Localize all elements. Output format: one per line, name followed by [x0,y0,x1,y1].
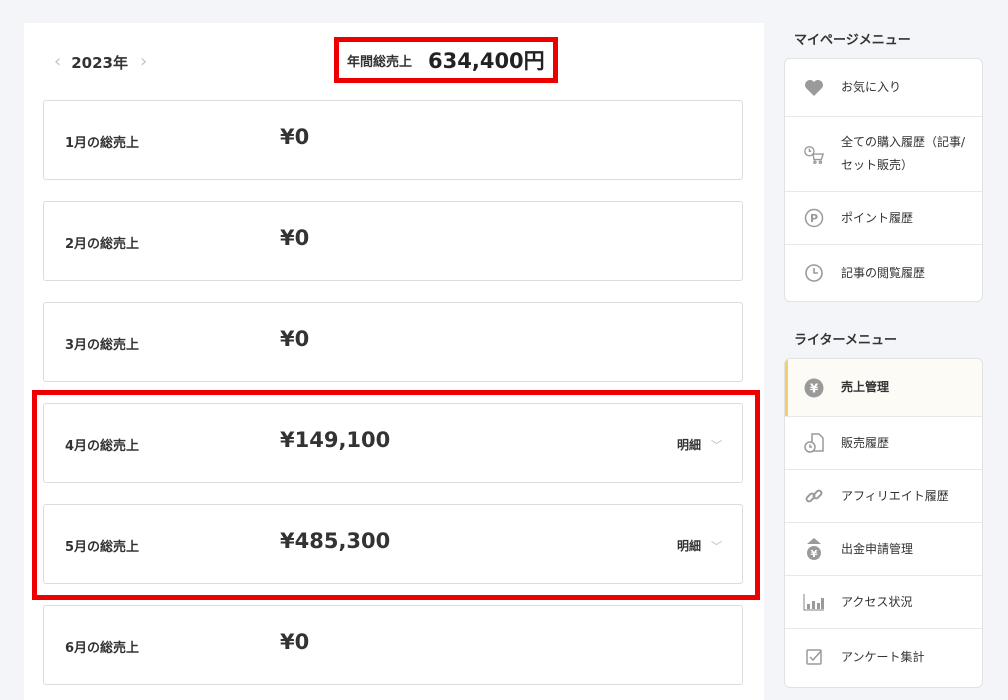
month-label: 1月の総売上 [65,136,140,151]
month-amount: ¥0 [280,327,310,351]
menu-item-sales-management[interactable]: ¥ 売上管理 [785,359,982,417]
month-label: 4月の総売上 [65,439,140,454]
menu-item-label: 記事の閲覧履歴 [841,265,926,280]
clock-icon [803,262,825,284]
annual-total: 年間総売上 634,400円 [334,37,558,83]
checkbox-icon [803,646,825,668]
month-card-5[interactable]: 5月の総売上 ¥485,300 明細 ﹀ [43,504,743,584]
writer-menu-title: ライターメニュー [794,333,897,348]
month-card-3: 3月の総売上 ¥0 [43,302,743,382]
link-icon [803,485,825,507]
annual-total-value: 634,400円 [428,49,545,73]
menu-item-label: 売上管理 [841,380,890,394]
month-amount: ¥0 [280,125,310,149]
month-amount: ¥149,100 [280,428,391,452]
month-amount: ¥0 [280,226,310,250]
document-clock-icon [803,432,825,454]
month-label: 3月の総売上 [65,338,140,353]
month-card-1: 1月の総売上 ¥0 [43,100,743,180]
heart-icon [803,77,825,99]
menu-item-label: 出金申請管理 [841,541,914,556]
chevron-left-icon[interactable]: ‹ [54,52,61,72]
detail-label: 明細 [676,438,701,452]
svg-text:¥: ¥ [811,549,818,560]
menu-item-label: 全ての購入履歴（記事/セット販売） [841,135,966,172]
annual-total-label: 年間総売上 [347,54,413,70]
chevron-down-icon: ﹀ [711,539,722,553]
menu-item-affiliate-history[interactable]: アフィリエイト履歴 [785,470,982,523]
menu-item-access-status[interactable]: アクセス状況 [785,576,982,629]
mypage-menu: お気に入り 全ての購入履歴（記事/セット販売） P ポイント履歴 記事の閲覧履歴 [784,58,983,302]
menu-item-purchase-history[interactable]: 全ての購入履歴（記事/セット販売） [785,117,982,192]
month-label: 2月の総売上 [65,237,140,252]
menu-item-label: アフィリエイト履歴 [841,488,949,503]
menu-item-sales-history[interactable]: 販売履歴 [785,417,982,470]
detail-toggle[interactable]: 明細 ﹀ [677,436,722,453]
month-amount: ¥485,300 [280,529,391,553]
year-label: 2023年 [71,53,128,72]
svg-text:¥: ¥ [810,381,819,395]
menu-item-points[interactable]: P ポイント履歴 [785,192,982,245]
menu-item-withdrawal[interactable]: ¥ 出金申請管理 [785,523,982,576]
yen-icon: ¥ [803,377,825,399]
menu-item-survey[interactable]: アンケート集計 [785,629,982,685]
menu-item-label: ポイント履歴 [841,210,914,225]
month-card-2: 2月の総売上 ¥0 [43,201,743,281]
sales-panel: ‹ 2023年 › 年間総売上 634,400円 1月の総売上 ¥0 2月の総売… [24,23,764,700]
cart-history-icon [803,143,825,165]
month-amount: ¥0 [280,630,310,654]
menu-item-favorites[interactable]: お気に入り [785,59,982,117]
writer-menu: ¥ 売上管理 販売履歴 アフィリエイト履歴 ¥ 出金申請管理 アクセス状況 アン… [784,358,983,688]
month-label: 5月の総売上 [65,540,140,555]
chevron-down-icon: ﹀ [711,438,722,452]
menu-item-label: お気に入り [841,80,902,94]
bar-chart-icon [803,591,825,613]
menu-item-view-history[interactable]: 記事の閲覧履歴 [785,245,982,301]
point-icon: P [803,207,825,229]
chevron-right-icon[interactable]: › [140,52,147,72]
mypage-menu-title: マイページメニュー [794,33,911,48]
menu-item-label: 販売履歴 [841,435,890,450]
withdraw-icon: ¥ [803,538,825,560]
month-card-4[interactable]: 4月の総売上 ¥149,100 明細 ﹀ [43,403,743,483]
detail-toggle[interactable]: 明細 ﹀ [677,537,722,554]
month-card-6: 6月の総売上 ¥0 [43,605,743,685]
month-label: 6月の総売上 [65,641,140,656]
menu-item-label: アクセス状況 [841,594,913,609]
year-navigation: ‹ 2023年 › [54,50,147,74]
detail-label: 明細 [676,539,701,553]
svg-text:P: P [810,212,818,225]
menu-item-label: アンケート集計 [841,649,925,664]
